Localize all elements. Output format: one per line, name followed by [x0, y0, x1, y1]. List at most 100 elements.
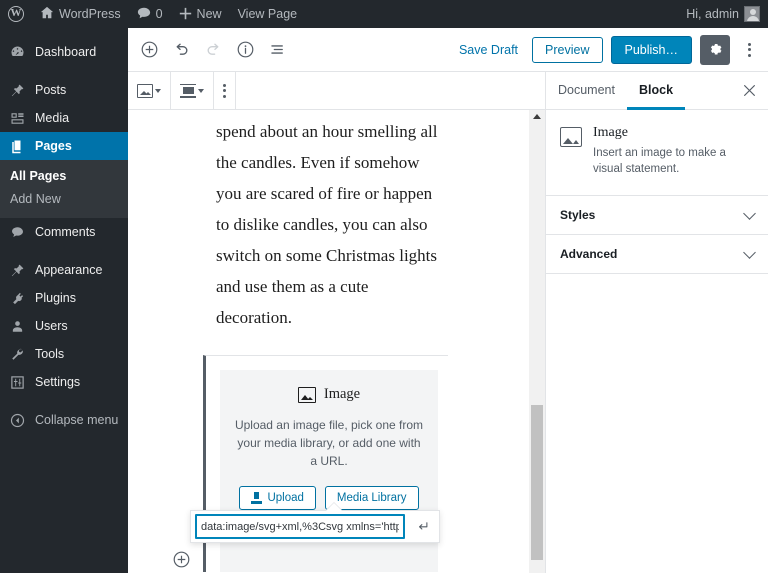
account-menu[interactable]: Hi, admin [678, 0, 768, 28]
user-icon [9, 318, 26, 335]
align-bar-bottom [180, 96, 196, 98]
plus-circle-icon[interactable] [134, 35, 164, 65]
view-page-label: View Page [237, 7, 298, 21]
paragraph-block[interactable]: spend about an hour smelling all the can… [128, 110, 545, 333]
bottom-block-inserter[interactable] [170, 548, 192, 570]
block-toolbar [128, 71, 545, 110]
greeting-label: Hi, admin [686, 7, 739, 21]
image-placeholder-title: Image [323, 386, 361, 402]
paragraph-line: decoration. [216, 308, 292, 327]
block-type-group [128, 71, 171, 110]
sidebar-item-plugins[interactable]: Plugins [0, 284, 128, 312]
site-name-label: WordPress [59, 7, 121, 21]
url-submit-button[interactable] [405, 511, 439, 542]
comments-bubble[interactable]: 0 [129, 0, 171, 28]
panel-advanced[interactable]: Advanced [546, 235, 768, 274]
block-info-text: Image Insert an image to make a visual s… [593, 125, 754, 177]
block-align-group [171, 71, 214, 110]
submenu-item-add-new[interactable]: Add New [0, 188, 128, 211]
kebab-dot [223, 94, 226, 98]
upload-icon [251, 492, 263, 504]
insert-from-url-popover [190, 502, 440, 543]
tab-block[interactable]: Block [626, 72, 686, 110]
content-scrollbar-thumb[interactable] [531, 405, 543, 560]
align-bar-top [180, 83, 196, 85]
undo-icon[interactable] [166, 35, 196, 65]
sidebar-item-tools[interactable]: Tools [0, 340, 128, 368]
list-view-icon[interactable] [262, 35, 292, 65]
kebab-dot [223, 83, 226, 87]
align-center-icon [180, 83, 196, 98]
menu-spacer-1 [0, 66, 128, 76]
view-page-link[interactable]: View Page [230, 0, 306, 28]
tab-document[interactable]: Document [546, 72, 627, 110]
sidebar-item-users[interactable]: Users [0, 312, 128, 340]
panel-styles[interactable]: Styles [546, 196, 768, 235]
image-icon [560, 127, 582, 147]
comments-count: 0 [155, 7, 163, 21]
block-info-title: Image [593, 125, 628, 140]
preview-button[interactable]: Preview [532, 36, 603, 63]
comment-bubble-icon [9, 224, 26, 241]
save-draft-button[interactable]: Save Draft [453, 39, 524, 61]
kebab-menu-icon[interactable] [738, 35, 760, 65]
sidebar-item-posts[interactable]: Posts [0, 76, 128, 104]
sidebar-item-label: Media [35, 111, 70, 125]
block-more-group [214, 71, 236, 110]
block-type-switcher[interactable] [132, 76, 166, 106]
publish-button[interactable]: Publish… [610, 35, 692, 64]
new-content-menu[interactable]: New [171, 0, 230, 28]
admin-sidebar: Dashboard Posts Media Pages All Pages Ad… [0, 28, 136, 573]
submenu-item-label: Add New [10, 192, 61, 206]
sidebar-item-label: Dashboard [35, 45, 97, 59]
gear-icon[interactable] [700, 34, 730, 65]
image-url-input[interactable] [195, 514, 405, 539]
sidebar-item-label: Pages [35, 139, 72, 153]
sidebar-item-appearance[interactable]: Appearance [0, 256, 128, 284]
admin-bar: W WordPress 0 New View Page Hi, admin [0, 0, 768, 28]
block-more-options-button[interactable] [218, 76, 231, 106]
info-circle-icon[interactable] [230, 35, 260, 65]
kebab-dot [223, 89, 226, 92]
chevron-down-icon [155, 88, 161, 93]
close-icon[interactable] [730, 72, 768, 109]
sidebar-item-dashboard[interactable]: Dashboard [0, 38, 128, 66]
scroll-up-arrow-icon[interactable] [533, 114, 541, 119]
dashboard-icon [9, 44, 26, 61]
sidebar-item-label: Plugins [35, 291, 76, 305]
panel-advanced-label: Advanced [560, 247, 618, 261]
redo-icon[interactable] [198, 35, 228, 65]
sidebar-item-pages[interactable]: Pages [0, 132, 136, 160]
sidebar-item-media[interactable]: Media [0, 104, 128, 132]
kebab-dot [747, 42, 751, 46]
upload-button[interactable]: Upload [239, 486, 316, 510]
paintbrush-icon [9, 262, 26, 279]
sidebar-item-label: Comments [35, 225, 96, 239]
paragraph-line: the candles. Even if somehow [216, 153, 420, 172]
content-scrollbar[interactable] [529, 110, 545, 573]
chevron-down-icon [198, 88, 204, 93]
image-icon [137, 83, 153, 98]
submenu-item-label: All Pages [10, 169, 67, 183]
plug-icon [9, 290, 26, 307]
menu-spacer-2 [0, 246, 128, 256]
sidebar-item-settings[interactable]: Settings [0, 368, 128, 396]
collapse-arrow-icon [9, 412, 26, 429]
wp-logo-menu[interactable]: W [0, 0, 32, 28]
sidebar-item-collapse-menu[interactable]: Collapse menu [0, 406, 128, 434]
media-library-button-label: Media Library [336, 492, 407, 504]
pages-icon [9, 138, 26, 155]
image-placeholder-heading: Image [234, 386, 424, 403]
kebab-dot [747, 48, 751, 51]
align-button[interactable] [175, 76, 209, 106]
site-name-menu[interactable]: WordPress [32, 0, 129, 28]
submenu-item-all-pages[interactable]: All Pages [0, 165, 128, 188]
align-block [182, 87, 194, 94]
image-placeholder-description: Upload an image file, pick one from your… [234, 418, 424, 468]
image-icon [297, 386, 316, 403]
paragraph-line: you are scared of fire or happen [216, 184, 433, 203]
pages-submenu: All Pages Add New [0, 160, 128, 218]
sidebar-item-comments[interactable]: Comments [0, 218, 128, 246]
sidebar-item-label: Settings [35, 375, 81, 389]
sidebar-item-label: Users [35, 319, 68, 333]
